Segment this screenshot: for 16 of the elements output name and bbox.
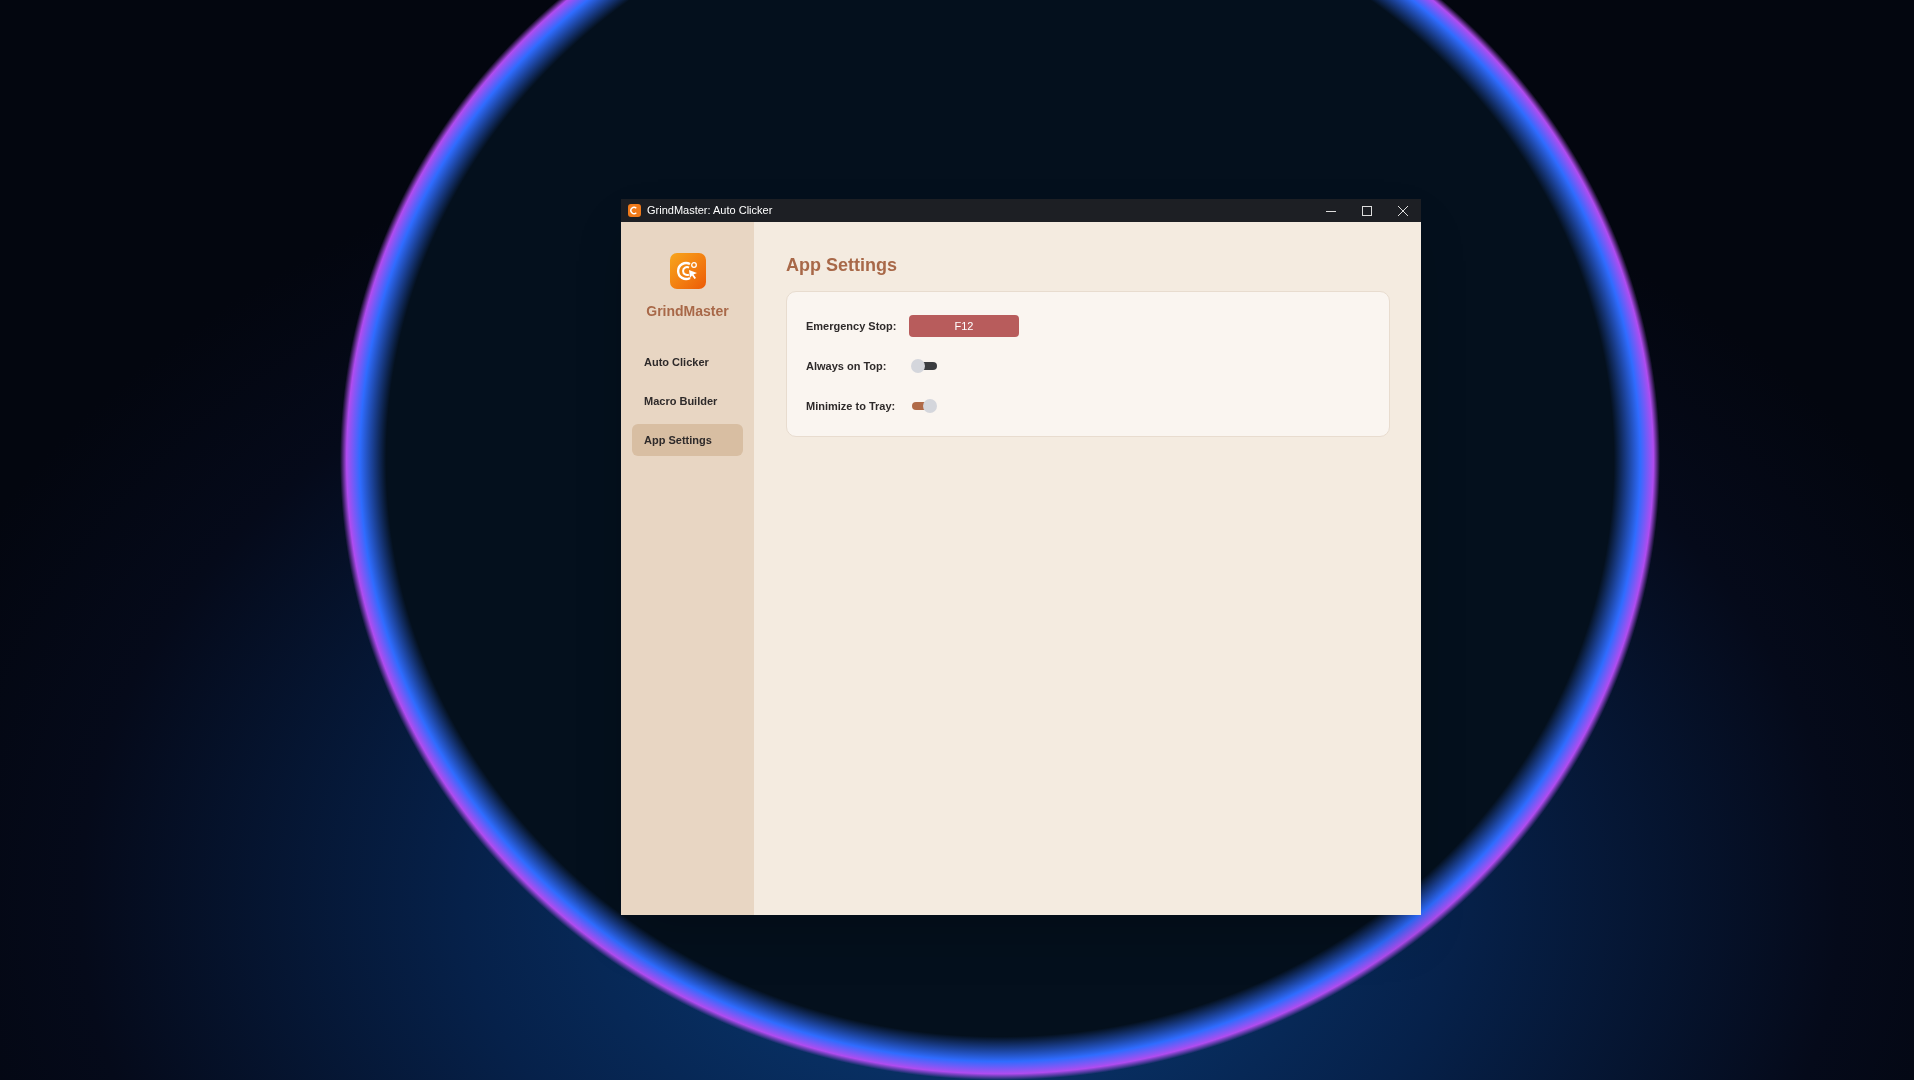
- close-icon: [1398, 205, 1408, 216]
- window-title: GrindMaster: Auto Clicker: [647, 203, 773, 219]
- app-icon: [628, 204, 641, 217]
- toggle-switch[interactable]: [911, 399, 937, 413]
- nav-item[interactable]: Macro Builder: [632, 385, 743, 417]
- nav-item[interactable]: Auto Clicker: [632, 346, 743, 378]
- toggle-switch[interactable]: [911, 359, 937, 373]
- app-logo-icon: [669, 253, 706, 289]
- maximize-icon: [1362, 205, 1372, 216]
- setting-label: Emergency Stop:: [806, 318, 898, 334]
- nav-item[interactable]: App Settings: [632, 424, 743, 456]
- page-title: App Settings: [786, 255, 898, 275]
- setting-label: Minimize to Tray:: [806, 398, 897, 414]
- setting-label: Always on Top:: [806, 358, 888, 374]
- hotkey-button[interactable]: F12: [909, 315, 1019, 337]
- app-name: GrindMaster: [646, 302, 729, 321]
